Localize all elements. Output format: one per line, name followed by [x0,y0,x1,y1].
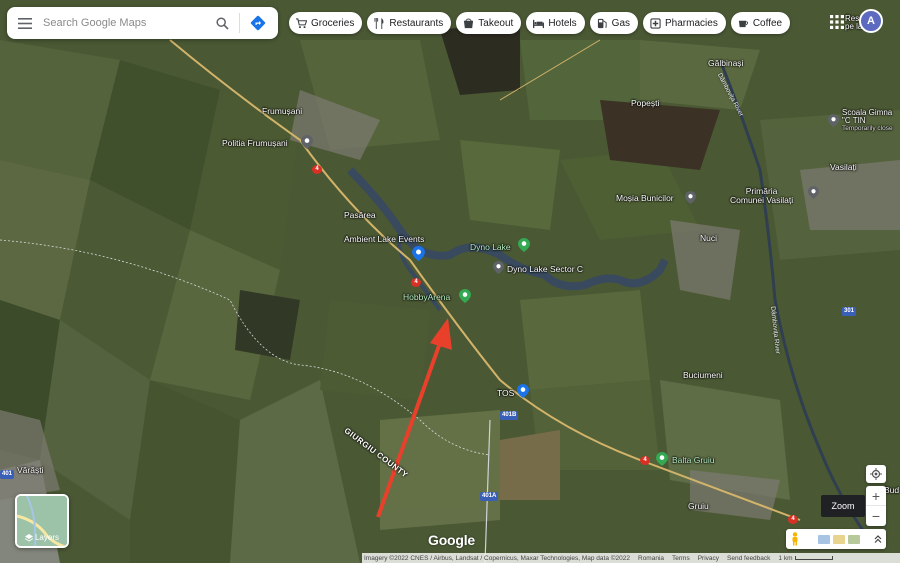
road-shield-4: 4 [788,515,798,524]
directions-button[interactable] [246,7,270,39]
gas-pump-icon [597,18,607,28]
chip-hotels[interactable]: Hotels [526,12,585,34]
place-dyno-lake[interactable]: Dyno Lake [470,243,511,252]
layers-button[interactable]: Layers [15,494,69,548]
park-pin-icon[interactable] [518,238,530,252]
place-frumusani: Frumușani [262,106,303,116]
search-box [7,7,278,39]
chip-label: Gas [611,17,631,29]
police-pin-icon[interactable] [301,135,313,149]
location-pin-icon[interactable] [493,261,504,274]
place-gruiu: Gruiu [688,501,709,511]
place-varasti: Vărăști [17,465,44,475]
road-shield-401b: 401B [500,411,519,420]
search-icon [215,16,229,30]
privacy-link[interactable]: Privacy [698,555,719,562]
takeout-icon [464,17,474,28]
place-tos[interactable]: TOS [497,389,514,398]
chip-label: Pharmacies [665,17,718,29]
crosshair-icon [870,468,882,480]
road-shield-4: 4 [640,456,650,465]
place-primaria[interactable]: Primăria Comunei Vasilați [730,187,793,205]
search-button[interactable] [209,7,235,39]
place-bud: Bud [884,485,900,495]
zoom-controls: + − [866,486,886,526]
map-type-thumb-terrain[interactable] [818,534,830,544]
school-pin-icon[interactable] [828,114,839,127]
place-dyno-sector[interactable]: Dyno Lake Sector C [507,265,583,274]
place-ambient-lake[interactable]: Ambient Lake Events [344,235,424,244]
road-shield-301: 301 [842,307,857,316]
place-popesti: Popești [631,98,660,108]
category-chips: Groceries Restaurants Takeout Hotels Gas… [289,12,791,34]
attribution-bar: Imagery ©2022 CNES / Airbus, Landsat / C… [362,553,900,563]
divider [239,13,240,33]
place-balta-gruiu[interactable]: Balta Gruiu [672,456,715,465]
terms-link[interactable]: Terms [672,555,690,562]
place-politia[interactable]: Politia Frumușani [222,139,288,148]
satellite-map[interactable] [0,0,900,563]
send-feedback-link[interactable]: Send feedback [727,555,770,562]
location-pin-icon[interactable] [685,191,696,204]
cart-icon [296,17,307,28]
chip-label: Restaurants [389,17,444,29]
chip-takeout[interactable]: Takeout [456,12,522,34]
pegman-icon[interactable] [790,532,800,546]
place-scoala[interactable]: Scoala Gimna "C TIN Temporarily close [842,108,893,133]
park-pin-icon[interactable] [459,289,471,303]
chip-coffee[interactable]: Coffee [730,12,791,34]
search-input[interactable] [43,8,209,38]
menu-button[interactable] [7,7,43,39]
event-pin-icon[interactable] [412,246,425,261]
chip-label: Coffee [752,17,783,29]
account-avatar[interactable]: A [859,9,883,33]
place-vasilati: Vasilați [830,162,857,172]
fork-knife-icon [374,17,384,29]
chip-restaurants[interactable]: Restaurants [367,12,452,34]
directions-icon [250,15,266,31]
layers-icon [24,533,33,541]
chip-gas[interactable]: Gas [589,12,639,34]
building-pin-icon[interactable] [517,384,529,398]
place-mosia[interactable]: Moșia Bunicilor [616,194,674,203]
google-logo: Google [428,532,476,548]
chip-label: Groceries [311,17,355,29]
place-pasarea: Pasărea [344,210,376,220]
map-type-thumb-traffic[interactable] [833,534,845,544]
scale-indicator[interactable]: 1 km [778,554,833,562]
park-pin-icon[interactable] [656,452,668,466]
bed-icon [533,19,545,28]
chip-pharmacies[interactable]: Pharmacies [643,12,726,34]
zoom-out-button[interactable]: − [866,506,886,526]
chip-label: Hotels [548,17,577,29]
expand-up-icon[interactable] [874,534,882,544]
road-shield-401: 401 [0,470,15,479]
apps-grid-icon[interactable] [829,14,845,30]
road-shield-401a: 401A [480,492,499,501]
scale-bar [794,556,833,560]
map-type-thumb-transit[interactable] [848,534,860,544]
layers-label: Layers [34,533,59,542]
my-location-button[interactable] [866,465,886,483]
place-nuci: Nuci [700,233,718,243]
zoom-tooltip: Zoom [821,495,865,517]
imagery-credit: Imagery ©2022 CNES / Airbus, Landsat / C… [364,554,630,562]
country-link[interactable]: Romania [638,555,664,562]
pharmacy-icon [650,17,661,29]
building-pin-icon[interactable] [808,186,819,199]
map-type-strip [786,529,886,549]
place-hobby-arena[interactable]: HobbyArena [403,293,450,302]
chip-label: Takeout [478,17,514,29]
place-galbinasi: Gălbinași [708,58,744,68]
road-shield-4: 4 [312,165,322,174]
layers-label-row: Layers [17,533,67,542]
place-buciumeni: Buciumeni [683,370,723,380]
chip-groceries[interactable]: Groceries [289,12,363,34]
road-shield-4: 4 [411,278,421,287]
coffee-icon [738,20,748,27]
hamburger-menu-icon [18,17,32,29]
scale-label: 1 km [778,554,793,562]
zoom-in-button[interactable]: + [866,486,886,506]
